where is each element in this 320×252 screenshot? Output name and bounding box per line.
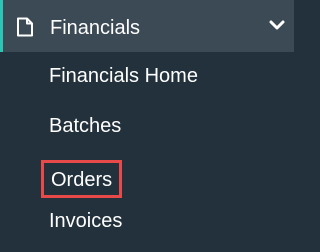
sidebar-item-label: Batches — [49, 115, 122, 137]
document-icon — [16, 17, 34, 37]
sidebar-item-label: Financials Home — [49, 65, 198, 87]
financials-section-label: Financials — [50, 17, 141, 39]
sidebar-item-label: Orders — [51, 169, 113, 191]
financials-section-header[interactable]: Financials — [0, 0, 294, 52]
sidebar-item-invoices[interactable]: Invoices — [49, 209, 122, 233]
chevron-down-icon[interactable] — [269, 18, 285, 30]
sidebar-item-financials-home[interactable]: Financials Home — [49, 64, 198, 88]
sidebar-item-orders[interactable]: Orders — [41, 160, 123, 198]
sidebar-item-batches[interactable]: Batches — [49, 114, 121, 138]
sidebar-item-label: Invoices — [49, 210, 123, 232]
orders-highlight-box: Orders — [41, 160, 123, 198]
sidebar-nav: Financials Financials Home Batches Order… — [0, 0, 294, 252]
